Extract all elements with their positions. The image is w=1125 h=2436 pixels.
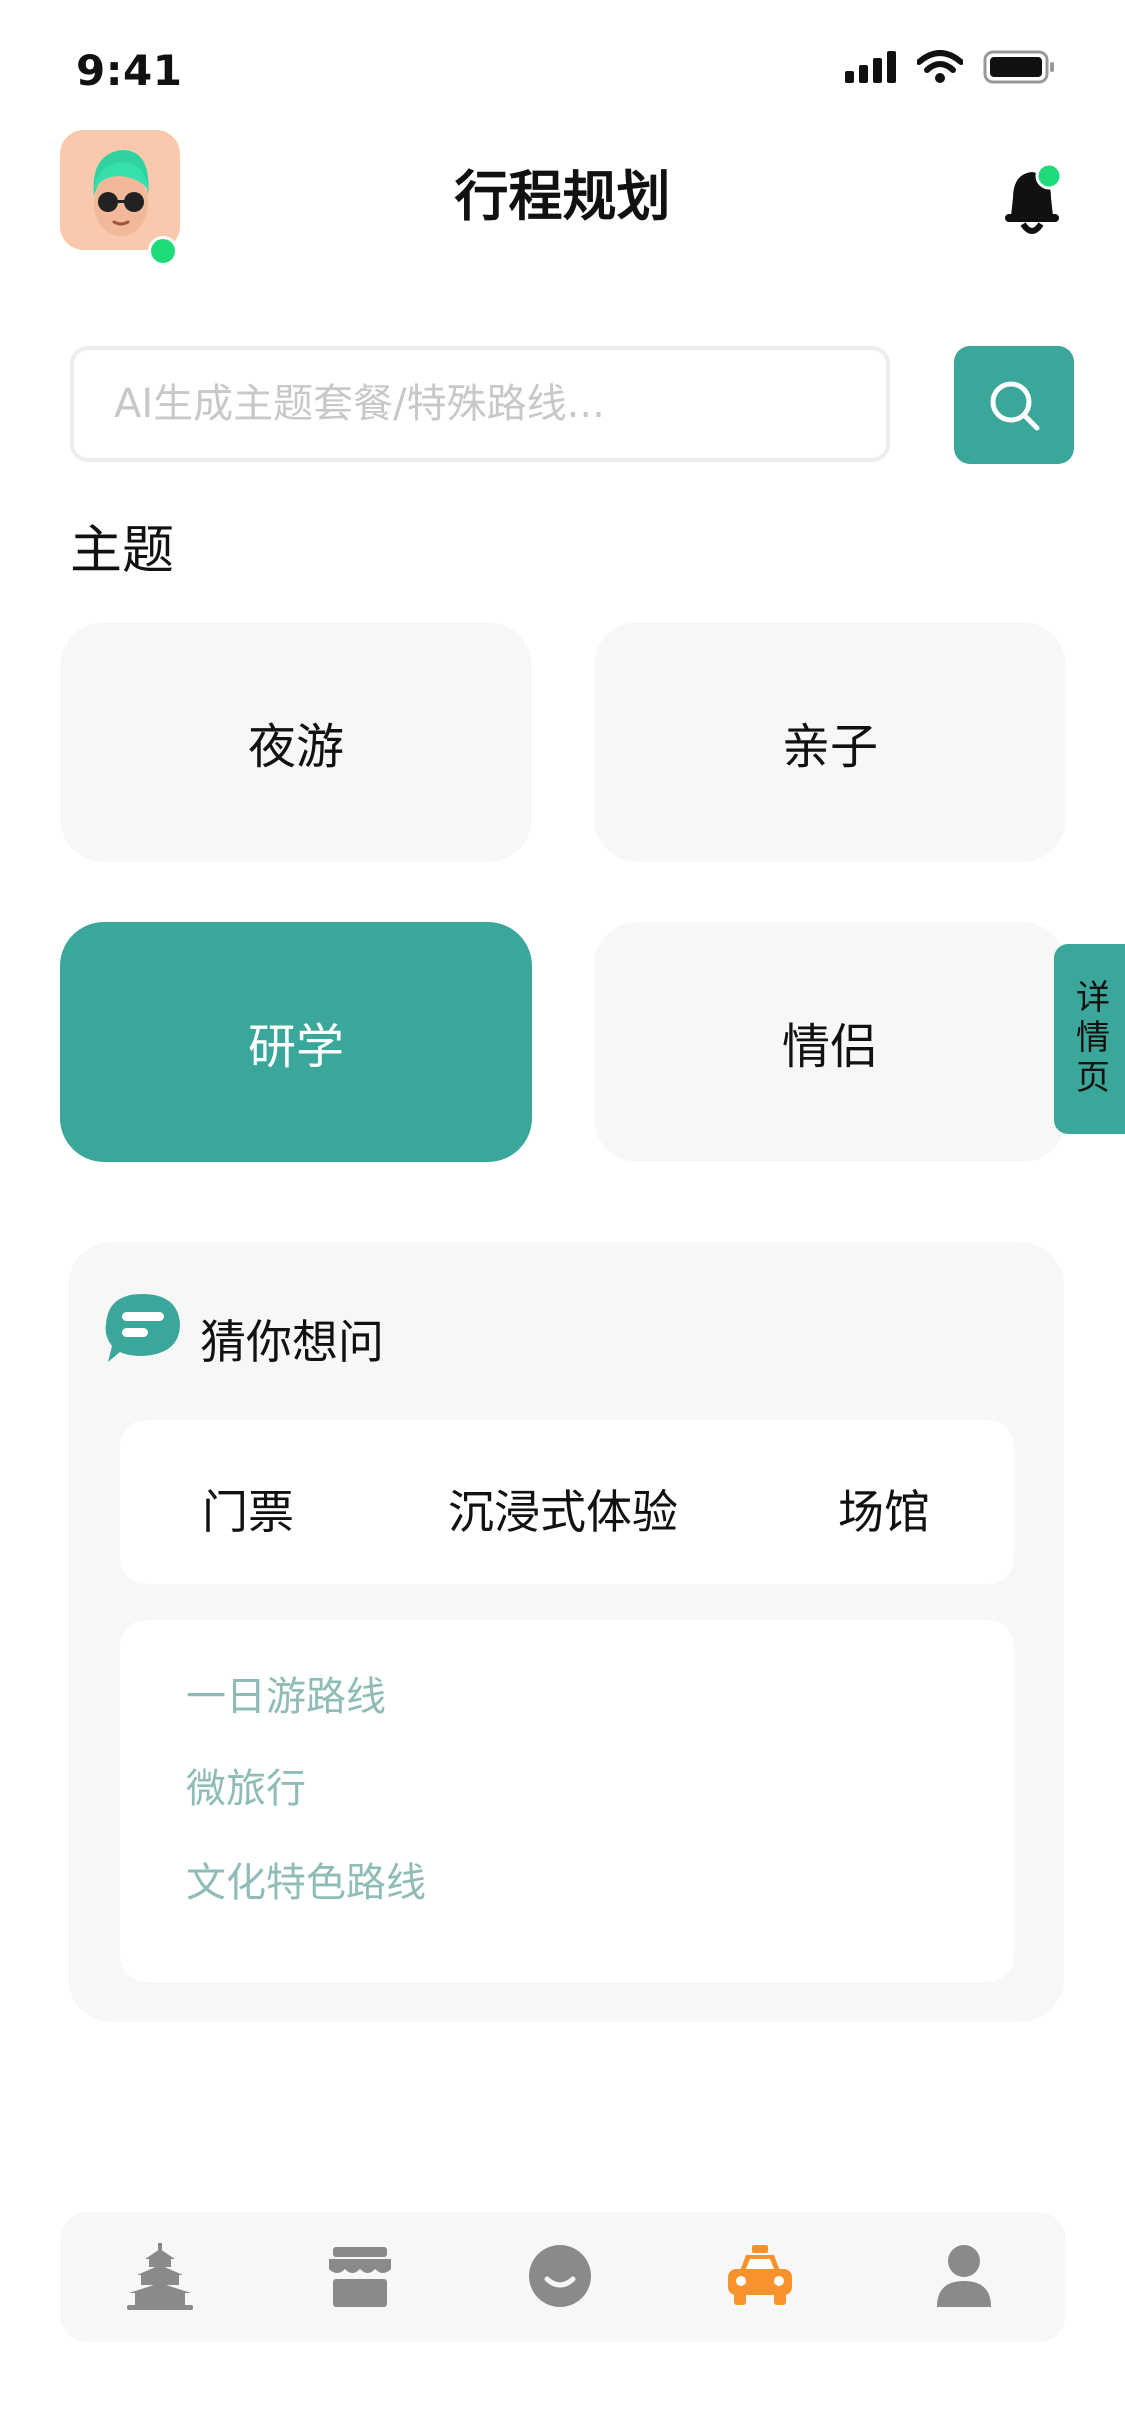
smile-icon bbox=[529, 2245, 591, 2307]
store-icon bbox=[329, 2247, 391, 2307]
tab-profile[interactable] bbox=[926, 2238, 1002, 2314]
theme-card-night-tour[interactable]: 夜游 bbox=[60, 622, 532, 862]
taxi-icon bbox=[728, 2245, 792, 2305]
detail-page-side-tab[interactable]: 详情页 bbox=[1054, 944, 1125, 1134]
chip-tickets[interactable]: 门票 bbox=[202, 1476, 294, 1542]
user-icon bbox=[937, 2245, 991, 2307]
theme-card-label: 夜游 bbox=[247, 719, 344, 775]
online-status-dot bbox=[148, 236, 178, 266]
tab-taxi[interactable] bbox=[722, 2238, 798, 2314]
chat-bubble-icon bbox=[104, 1292, 182, 1364]
theme-card-couple[interactable]: 情侣 bbox=[594, 922, 1066, 1162]
search-box bbox=[70, 346, 890, 462]
guess-title: 猜你想问 bbox=[200, 1315, 384, 1369]
temple-icon bbox=[127, 2243, 193, 2310]
theme-card-label: 研学 bbox=[247, 1019, 344, 1075]
suggestion-item[interactable]: 一日游路线 bbox=[186, 1664, 386, 1722]
theme-card-label: 情侣 bbox=[781, 1019, 878, 1075]
search-icon bbox=[990, 381, 1040, 431]
page-title: 行程规划 bbox=[454, 165, 671, 228]
search-button[interactable] bbox=[954, 346, 1074, 464]
signal-icon bbox=[845, 51, 896, 83]
notification-button[interactable] bbox=[999, 162, 1065, 242]
bell-icon bbox=[1005, 162, 1063, 234]
tab-temple[interactable] bbox=[122, 2238, 198, 2314]
theme-section-title: 主题 bbox=[70, 521, 175, 581]
search-input[interactable] bbox=[74, 350, 886, 458]
suggestion-item[interactable]: 微旅行 bbox=[186, 1756, 306, 1814]
theme-card-label: 亲子 bbox=[781, 719, 878, 775]
status-time: 9:41 bbox=[76, 46, 183, 95]
status-icons bbox=[845, 50, 1055, 84]
chip-venues[interactable]: 场馆 bbox=[838, 1476, 930, 1542]
tab-smile[interactable] bbox=[522, 2238, 598, 2314]
wifi-icon bbox=[917, 50, 963, 83]
tab-store[interactable] bbox=[322, 2238, 398, 2314]
chip-immersive-experience[interactable]: 沉浸式体验 bbox=[448, 1476, 678, 1542]
theme-card-family[interactable]: 亲子 bbox=[594, 622, 1066, 862]
battery-icon bbox=[983, 50, 1054, 84]
suggestion-item[interactable]: 文化特色路线 bbox=[186, 1850, 426, 1908]
theme-card-study-tour[interactable]: 研学 bbox=[60, 922, 532, 1162]
